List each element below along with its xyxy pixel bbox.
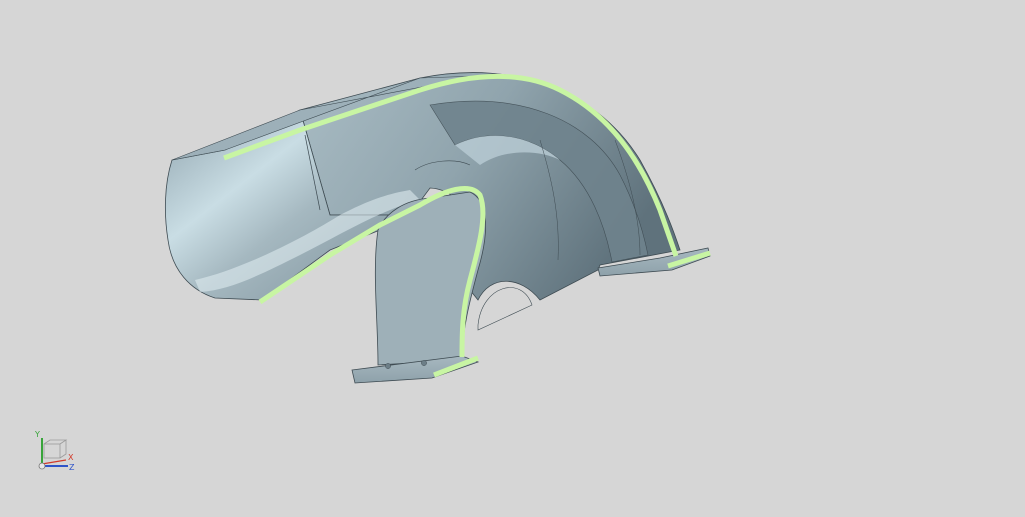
orientation-triad[interactable]: Y X Z xyxy=(28,428,80,474)
z-axis-label: Z xyxy=(69,463,75,472)
x-axis-label: X xyxy=(68,453,74,462)
leg-cutout xyxy=(477,287,533,331)
x-axis xyxy=(41,459,67,465)
triad-cube xyxy=(43,443,61,459)
triad-cube-top xyxy=(43,439,68,459)
model-view[interactable] xyxy=(0,0,1025,517)
bolt-hole-2[interactable] xyxy=(421,360,427,366)
bolt-hole-1[interactable] xyxy=(385,363,391,369)
triad-origin xyxy=(38,462,46,470)
y-axis-label: Y xyxy=(34,430,40,439)
3d-viewport[interactable]: Y X Z xyxy=(0,0,1025,517)
